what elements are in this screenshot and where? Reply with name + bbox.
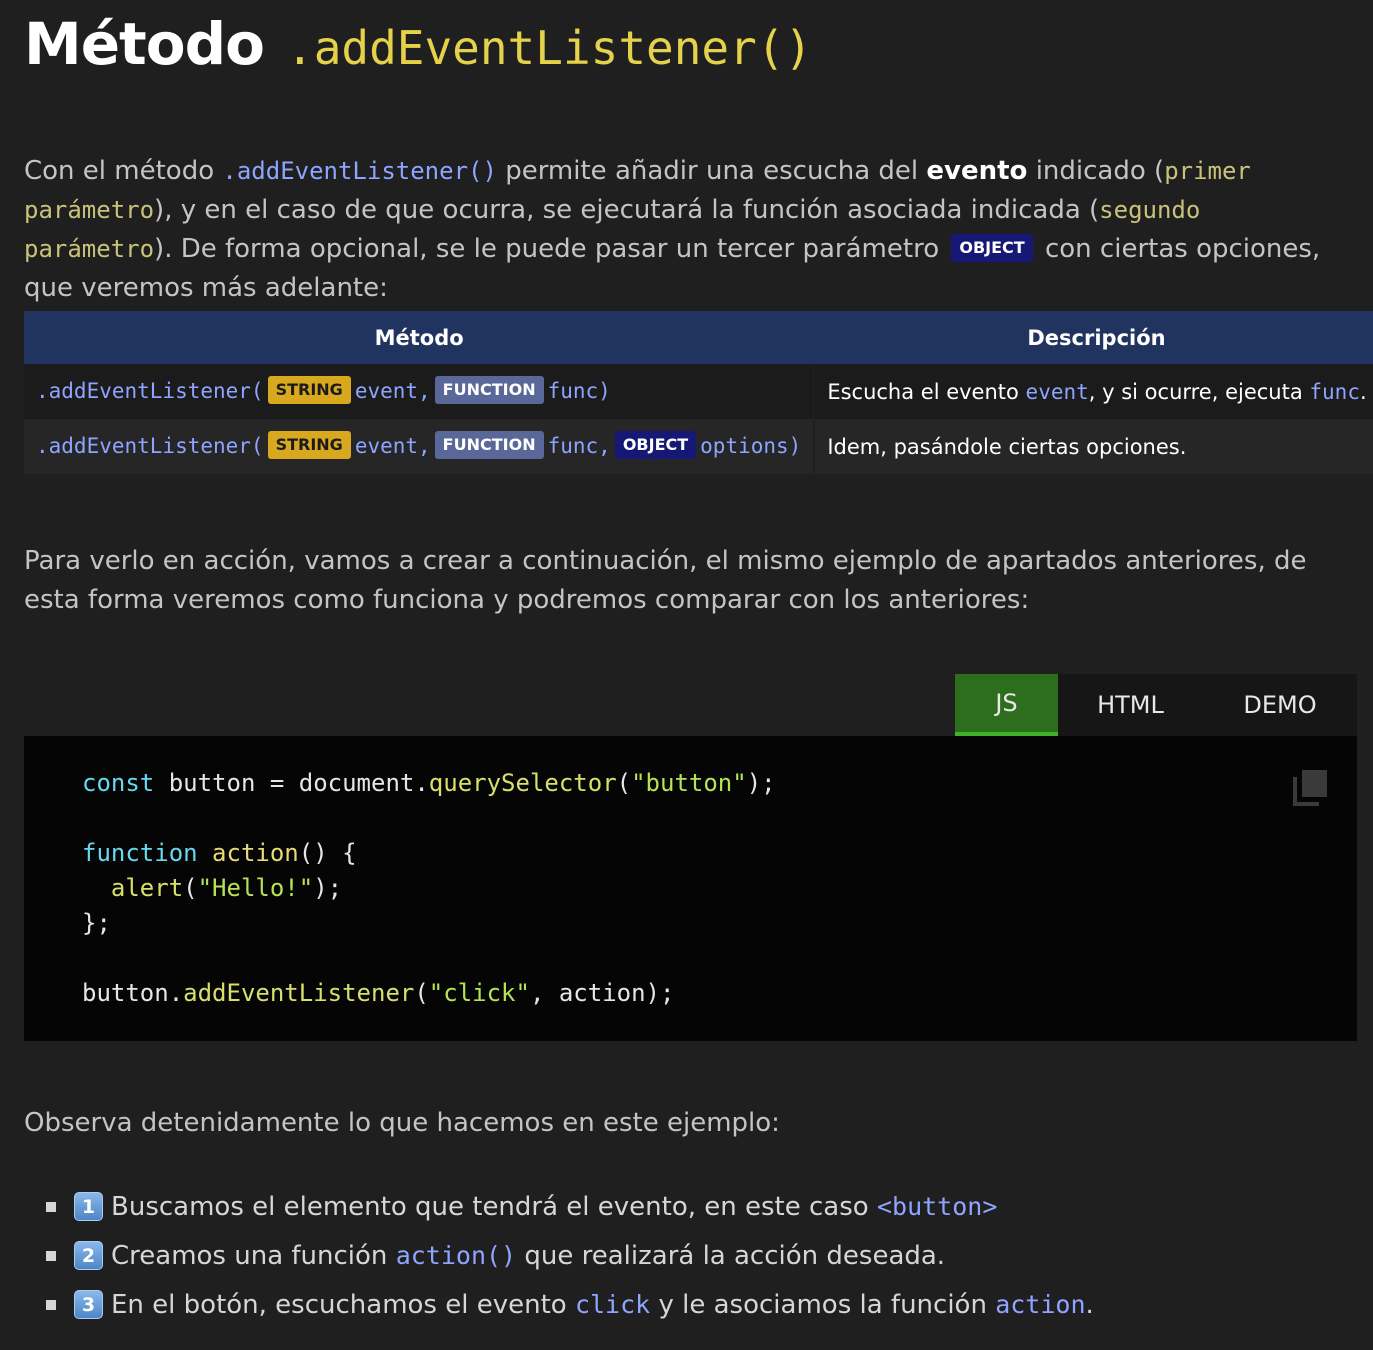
inline-code: .addEventListener() xyxy=(222,157,497,185)
code-function: action xyxy=(212,839,299,867)
code-text: ( xyxy=(183,874,198,902)
intro-text: permite añadir una escucha del xyxy=(496,156,927,186)
description-text: Idem, pasándole ciertas opciones. xyxy=(827,434,1187,459)
step-text: y le asociamos la función xyxy=(650,1289,996,1320)
param-name: options) xyxy=(700,433,802,458)
intro-text: ), y en el caso de que ocurra, se ejecut… xyxy=(154,195,1100,225)
code-text: ( xyxy=(616,769,632,797)
bullet-icon xyxy=(46,1299,56,1310)
code-text: ( xyxy=(414,979,429,1007)
code-function: querySelector xyxy=(428,769,617,797)
title-word: Método xyxy=(24,10,265,78)
method-cell: .addEventListener(STRING event, FUNCTION fu… xyxy=(24,364,815,419)
table-row: .addEventListener(STRING event, FUNCTION fu… xyxy=(24,419,1373,474)
inline-code: click xyxy=(574,1290,651,1319)
code-string: "click" xyxy=(428,979,530,1007)
intro-text: Con el método xyxy=(24,156,223,186)
description-text: Escucha el evento xyxy=(827,379,1026,404)
code-keyword: const xyxy=(82,769,155,797)
code-line: alert("Hello!"); xyxy=(82,871,1357,906)
tab-html[interactable]: HTML xyxy=(1058,674,1203,736)
function-badge: FUNCTION xyxy=(434,375,544,404)
table-header-row: Método Descripción xyxy=(24,311,1373,364)
tab-js[interactable]: JS xyxy=(955,674,1058,736)
bold-text: evento xyxy=(926,156,1028,186)
code-string: "button" xyxy=(631,769,747,797)
method-cell: .addEventListener(STRING event, FUNCTION fu… xyxy=(24,419,815,474)
number-2-icon: 2 xyxy=(74,1241,103,1270)
step-text: . xyxy=(1085,1289,1094,1320)
number-3-icon: 3 xyxy=(74,1290,103,1319)
method-name: .addEventListener( xyxy=(36,378,264,403)
code-text: button. xyxy=(82,979,184,1007)
list-item: 3 En el botón, escuchamos el evento clic… xyxy=(46,1280,1346,1329)
code-line: function action() { xyxy=(82,836,1357,871)
inline-code: event xyxy=(1025,379,1089,404)
string-badge: STRING xyxy=(267,375,351,404)
inline-code: action xyxy=(995,1290,1086,1319)
code-text: ); xyxy=(746,769,776,797)
param-name: event, xyxy=(354,433,431,458)
description-text: , y si ocurre, ejecuta xyxy=(1088,379,1310,404)
function-badge: FUNCTION xyxy=(434,430,544,459)
string-badge: STRING xyxy=(267,430,351,459)
number-1-icon: 1 xyxy=(74,1192,103,1221)
param-name: func) xyxy=(547,378,611,403)
inline-code: func xyxy=(1309,379,1360,404)
intro-paragraph: Con el método .addEventListener() permit… xyxy=(24,152,1354,308)
intro-text: ). De forma opcional, se le puede pasar … xyxy=(154,234,948,264)
code-line: }; xyxy=(82,909,111,937)
code-keyword: function xyxy=(82,839,198,867)
copy-icon[interactable] xyxy=(1293,770,1327,806)
step-text: Buscamos el elemento que tendrá el event… xyxy=(111,1191,877,1222)
header-method: Método xyxy=(24,311,815,364)
param-name: func, xyxy=(547,433,611,458)
list-item: 1 Buscamos el elemento que tendrá el eve… xyxy=(46,1182,1346,1231)
list-item: 2 Creamos una función action() que reali… xyxy=(46,1231,1346,1280)
code-line: const button = document.querySelector("b… xyxy=(82,766,1357,801)
step-text: Creamos una función xyxy=(111,1240,396,1271)
method-name: .addEventListener( xyxy=(36,433,264,458)
observation-paragraph: Observa detenidamente lo que hacemos en … xyxy=(24,1108,780,1138)
steps-list: 1 Buscamos el elemento que tendrá el eve… xyxy=(46,1182,1346,1329)
description-cell: Escucha el evento event, y si ocurre, ej… xyxy=(813,364,1373,419)
tab-demo[interactable]: DEMO xyxy=(1203,674,1357,736)
code-text: , action); xyxy=(529,979,675,1007)
bullet-icon xyxy=(46,1201,56,1212)
code-function: alert xyxy=(110,874,184,902)
description-text: . xyxy=(1359,379,1367,404)
param-name: event, xyxy=(354,378,431,403)
step-text: En el botón, escuchamos el evento xyxy=(111,1289,575,1320)
bullet-icon xyxy=(46,1250,56,1261)
code-text: () { xyxy=(298,839,357,867)
code-text: button = document. xyxy=(154,769,429,797)
object-badge: OBJECT xyxy=(614,430,697,459)
step-text: que realizará la acción deseada. xyxy=(516,1240,946,1271)
code-text: ); xyxy=(313,874,343,902)
intro-text: indicado ( xyxy=(1027,156,1165,186)
code-block: const button = document.querySelector("b… xyxy=(24,736,1357,1041)
title-code: .addEventListener() xyxy=(286,21,813,75)
table-row: .addEventListener(STRING event, FUNCTION fu… xyxy=(24,364,1373,419)
object-badge: OBJECT xyxy=(951,233,1033,262)
code-string: "Hello!" xyxy=(197,874,314,902)
inline-code: <button> xyxy=(876,1192,998,1221)
header-description: Descripción xyxy=(814,311,1373,364)
code-function: addEventListener xyxy=(183,979,415,1007)
methods-table: Método Descripción .addEventListener(STR… xyxy=(24,311,1373,474)
description-cell: Idem, pasándole ciertas opciones. xyxy=(813,419,1373,474)
code-line: button.addEventListener("click", action)… xyxy=(82,976,1357,1011)
code-tabs: JS HTML DEMO xyxy=(955,674,1357,736)
page-title: Método .addEventListener() xyxy=(24,10,812,90)
inline-code: action() xyxy=(395,1241,517,1270)
example-intro-paragraph: Para verlo en acción, vamos a crear a co… xyxy=(24,546,1307,615)
